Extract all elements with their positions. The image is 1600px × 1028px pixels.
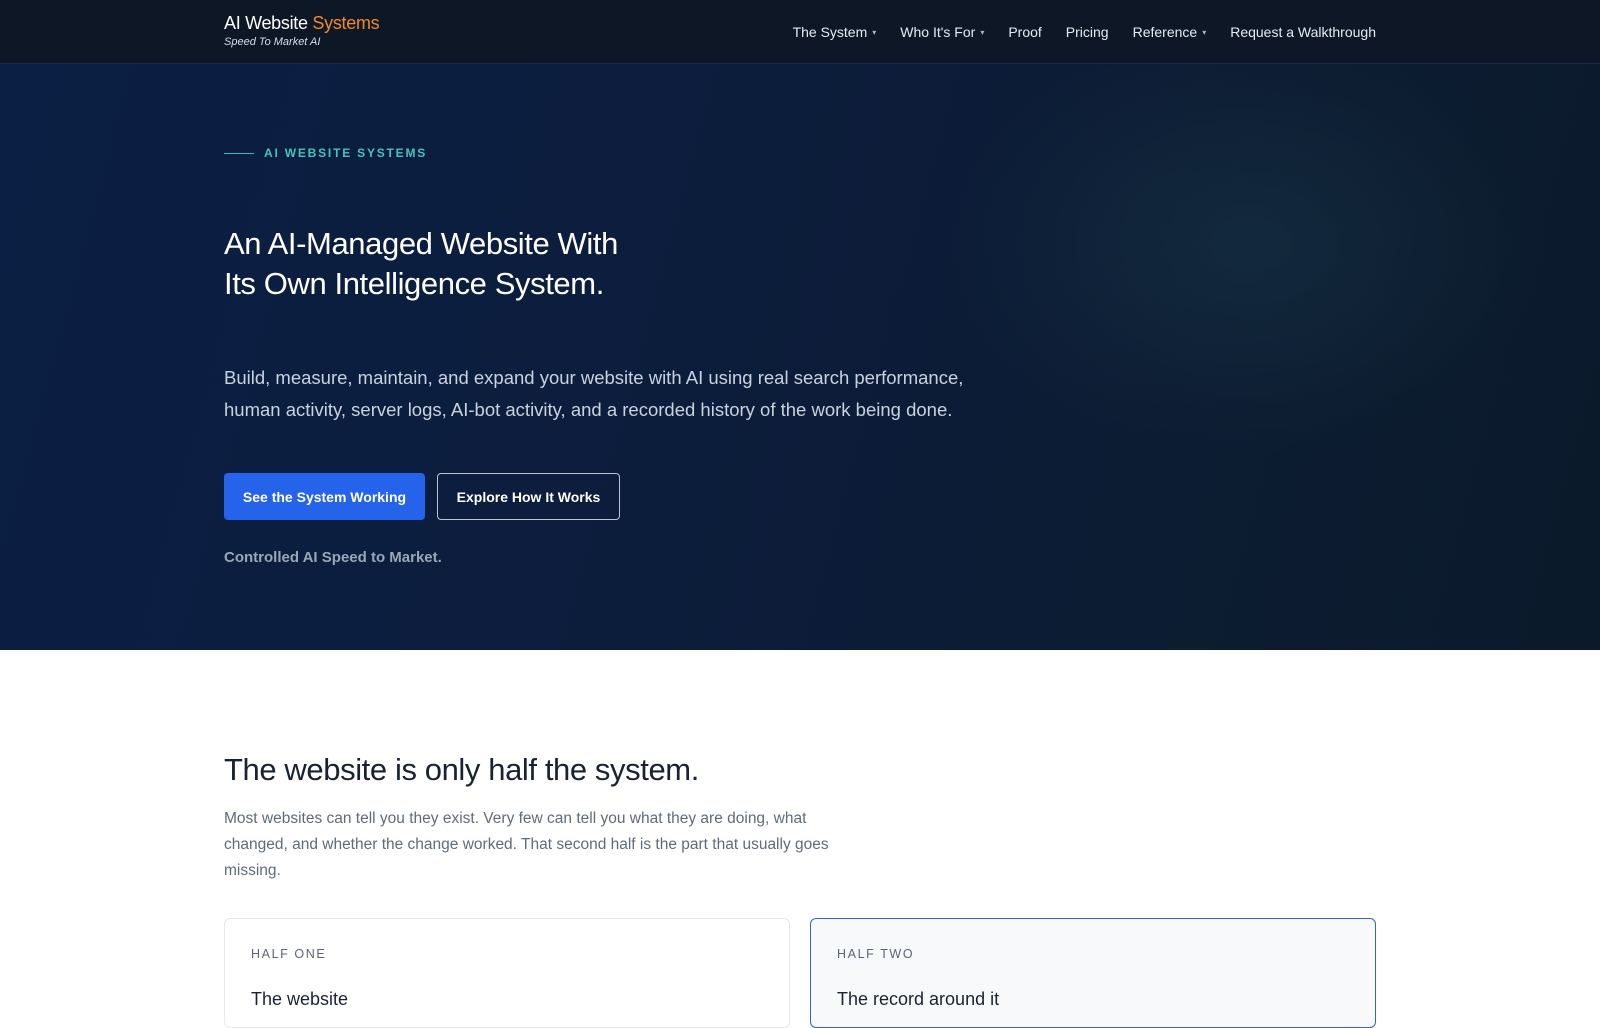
explore-how-it-works-button[interactable]: Explore How It Works: [437, 473, 620, 520]
nav-item-label: Who It's For: [900, 24, 976, 40]
caret-down-icon: ▾: [872, 27, 877, 37]
nav-item-label: Reference: [1132, 24, 1198, 40]
section-lead: Most websites can tell you they exist. V…: [224, 810, 829, 879]
see-system-working-button[interactable]: See the System Working: [224, 473, 425, 520]
nav-item-proof[interactable]: Proof: [1008, 24, 1041, 40]
brand-name: AI Website Systems: [224, 12, 380, 34]
card-label: HALF ONE: [251, 947, 327, 961]
section-title: The website is only half the system.: [224, 752, 699, 787]
caret-down-icon: ▾: [980, 27, 985, 37]
nav-item-who-its-for[interactable]: Who It's For ▾: [900, 24, 984, 40]
top-navigation-bar: AI Website Systems Speed To Market AI Th…: [0, 0, 1600, 64]
hero-title: An AI-Managed Website With Its Own Intel…: [224, 226, 618, 301]
nav-item-the-system[interactable]: The System ▾: [793, 24, 877, 40]
card-half-one: HALF ONE The website: [224, 918, 790, 1028]
card-half-two: HALF TWO The record around it: [810, 918, 1376, 1028]
nav-item-label: Proof: [1008, 24, 1042, 40]
hero-eyebrow: AI WEBSITE SYSTEMS: [224, 146, 427, 160]
eyebrow-line-decoration: [224, 152, 254, 154]
hero-section: AI WEBSITE SYSTEMS An AI-Managed Website…: [0, 64, 1600, 650]
nav-item-request-walkthrough[interactable]: Request a Walkthrough: [1230, 24, 1376, 40]
nav-item-label: Request a Walkthrough: [1230, 24, 1376, 40]
eyebrow-text: AI WEBSITE SYSTEMS: [264, 146, 428, 160]
card-label: HALF TWO: [837, 947, 915, 961]
hero-lead: Build, measure, maintain, and expand you…: [224, 367, 964, 420]
nav-item-label: Pricing: [1065, 24, 1109, 40]
nav-item-pricing[interactable]: Pricing: [1066, 24, 1109, 40]
main-nav: The System ▾ Who It's For ▾ Proof Pricin…: [793, 0, 1376, 64]
brand-logo[interactable]: AI Website Systems Speed To Market AI: [224, 12, 380, 48]
nav-item-label: The System: [792, 24, 868, 40]
brand-name-accent: Systems: [312, 13, 380, 33]
nav-item-reference[interactable]: Reference ▾: [1133, 24, 1207, 40]
hero-note: Controlled AI Speed to Market.: [224, 549, 442, 566]
brand-name-main: AI Website: [224, 13, 308, 33]
caret-down-icon: ▾: [1202, 27, 1207, 37]
half-system-section: The website is only half the system. Mos…: [0, 650, 1600, 1028]
brand-tagline: Speed To Market AI: [224, 36, 321, 48]
